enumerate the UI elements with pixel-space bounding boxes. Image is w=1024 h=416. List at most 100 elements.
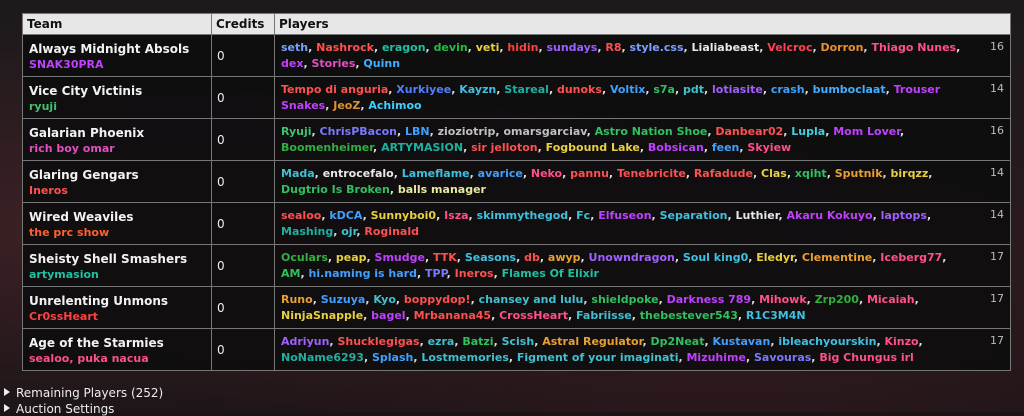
player-name[interactable]: Iceberg77 xyxy=(880,251,942,264)
player-name[interactable]: ojr xyxy=(341,225,356,238)
player-name[interactable]: Dugtrio Is Broken xyxy=(281,183,390,196)
player-name[interactable]: AM xyxy=(281,267,300,280)
player-name[interactable]: laptops xyxy=(881,209,927,222)
player-name[interactable]: Sputnik xyxy=(835,167,883,180)
player-name[interactable]: awyp xyxy=(548,251,581,264)
player-name[interactable]: chansey and lulu xyxy=(479,293,584,306)
player-name[interactable]: Oculars xyxy=(281,251,328,264)
player-name[interactable]: s7a xyxy=(653,83,675,96)
player-name[interactable]: Fabriisse xyxy=(576,309,632,322)
player-name[interactable]: bagel xyxy=(371,309,405,322)
player-name[interactable]: NoName6293 xyxy=(281,351,364,364)
player-name[interactable]: ARTYMASION xyxy=(381,141,463,154)
player-name[interactable]: Lialiabeast xyxy=(692,41,760,54)
player-name[interactable]: Zrp200 xyxy=(815,293,859,306)
player-name[interactable]: Clementine xyxy=(802,251,872,264)
player-name[interactable]: sundays xyxy=(546,41,597,54)
player-name[interactable]: pdt xyxy=(683,83,704,96)
player-name[interactable]: dunoks xyxy=(557,83,602,96)
player-name[interactable]: avarice xyxy=(478,167,523,180)
player-name[interactable]: Xurkiyee xyxy=(396,83,451,96)
player-name[interactable]: ibleachyourskin xyxy=(778,335,876,348)
player-name[interactable]: R1C3M4N xyxy=(746,309,806,322)
player-name[interactable]: Achimoo xyxy=(368,99,421,112)
player-name[interactable]: Mizuhime xyxy=(686,351,745,364)
player-name[interactable]: Big Chungus irl xyxy=(819,351,913,364)
player-name[interactable]: dex xyxy=(281,57,303,70)
player-name[interactable]: pannu xyxy=(570,167,609,180)
player-name[interactable]: boppydop! xyxy=(404,293,471,306)
player-name[interactable]: Batzi xyxy=(462,335,493,348)
player-name[interactable]: Roginald xyxy=(364,225,419,238)
player-name[interactable]: NinjaSnapple xyxy=(281,309,363,322)
player-name[interactable]: ezra xyxy=(428,335,455,348)
player-name[interactable]: Elfuseon xyxy=(598,209,651,222)
player-name[interactable]: hidin xyxy=(507,41,538,54)
player-name[interactable]: Isza xyxy=(444,209,468,222)
player-name[interactable]: seth xyxy=(281,41,308,54)
player-name[interactable]: Mom Lover xyxy=(833,125,900,138)
player-name[interactable]: Kustavan xyxy=(712,335,770,348)
player-name[interactable]: Voltix xyxy=(610,83,645,96)
player-name[interactable]: Nashrock xyxy=(316,41,374,54)
player-name[interactable]: Fc xyxy=(576,209,590,222)
player-name[interactable]: Neko xyxy=(531,167,562,180)
player-name[interactable]: Seasons xyxy=(465,251,516,264)
player-name[interactable]: Scish xyxy=(502,335,535,348)
player-name[interactable]: Dp2Neat xyxy=(650,335,704,348)
player-name[interactable]: Unowndragon xyxy=(589,251,675,264)
player-name[interactable]: omarsgarciav xyxy=(503,125,586,138)
player-name[interactable]: zioziotrip xyxy=(438,125,496,138)
player-name[interactable]: Mrbanana45 xyxy=(414,309,491,322)
player-name[interactable]: devin xyxy=(434,41,468,54)
player-name[interactable]: JeoZ xyxy=(333,99,360,112)
player-name[interactable]: lotiasite xyxy=(712,83,763,96)
player-name[interactable]: CrossHeart xyxy=(499,309,568,322)
player-name[interactable]: sir jelloton xyxy=(471,141,538,154)
player-name[interactable]: bumboclaat xyxy=(813,83,886,96)
player-name[interactable]: Kayzn xyxy=(459,83,496,96)
player-name[interactable]: Luthier xyxy=(736,209,779,222)
player-name[interactable]: Micaiah xyxy=(867,293,915,306)
player-name[interactable]: skimmythegod xyxy=(477,209,569,222)
player-name[interactable]: Dorron xyxy=(820,41,863,54)
player-name[interactable]: style.css xyxy=(630,41,684,54)
player-name[interactable]: Lameflame xyxy=(402,167,470,180)
player-name[interactable]: Stareal xyxy=(504,83,549,96)
player-name[interactable]: Sunnyboi0 xyxy=(371,209,436,222)
player-name[interactable]: kDCA xyxy=(329,209,362,222)
player-name[interactable]: TPP xyxy=(425,267,447,280)
player-name[interactable]: Mashing xyxy=(281,225,333,238)
player-name[interactable]: balls manager xyxy=(398,183,486,196)
remaining-players-toggle[interactable]: Remaining Players (252) xyxy=(4,386,163,400)
player-name[interactable]: TTK xyxy=(433,251,457,264)
player-name[interactable]: Thiago Nunes xyxy=(871,41,956,54)
player-name[interactable]: Eledyr xyxy=(756,251,794,264)
player-name[interactable]: crash xyxy=(771,83,805,96)
player-name[interactable]: Ryuji xyxy=(281,125,312,138)
player-name[interactable]: Tempo di anguria xyxy=(281,83,388,96)
player-name[interactable]: Mihowk xyxy=(759,293,807,306)
player-name[interactable]: Danbear02 xyxy=(715,125,783,138)
player-name[interactable]: Clas xyxy=(761,167,787,180)
player-name[interactable]: Suzuya xyxy=(321,293,366,306)
player-name[interactable]: Fogbound Lake xyxy=(546,141,640,154)
player-name[interactable]: Kyo xyxy=(373,293,396,306)
player-name[interactable]: Rafadude xyxy=(694,167,753,180)
player-name[interactable]: Skyiew xyxy=(747,141,791,154)
player-name[interactable]: Shucklegigas xyxy=(337,335,419,348)
player-name[interactable]: Separation xyxy=(660,209,728,222)
player-name[interactable]: xqiht xyxy=(795,167,827,180)
player-name[interactable]: Splash xyxy=(372,351,413,364)
player-name[interactable]: Quinn xyxy=(363,57,400,70)
player-name[interactable]: thebestever543 xyxy=(640,309,738,322)
player-name[interactable]: Akaru Kokuyo xyxy=(787,209,873,222)
player-name[interactable]: veti xyxy=(476,41,500,54)
player-name[interactable]: Mada xyxy=(281,167,315,180)
player-name[interactable]: Figment of your imaginati xyxy=(517,351,679,364)
player-name[interactable]: Adriyun xyxy=(281,335,329,348)
player-name[interactable]: hi.naming is hard xyxy=(308,267,417,280)
player-name[interactable]: Smudge xyxy=(375,251,425,264)
player-name[interactable]: Flames Of Elixir xyxy=(502,267,599,280)
player-name[interactable]: Darkness 789 xyxy=(667,293,751,306)
